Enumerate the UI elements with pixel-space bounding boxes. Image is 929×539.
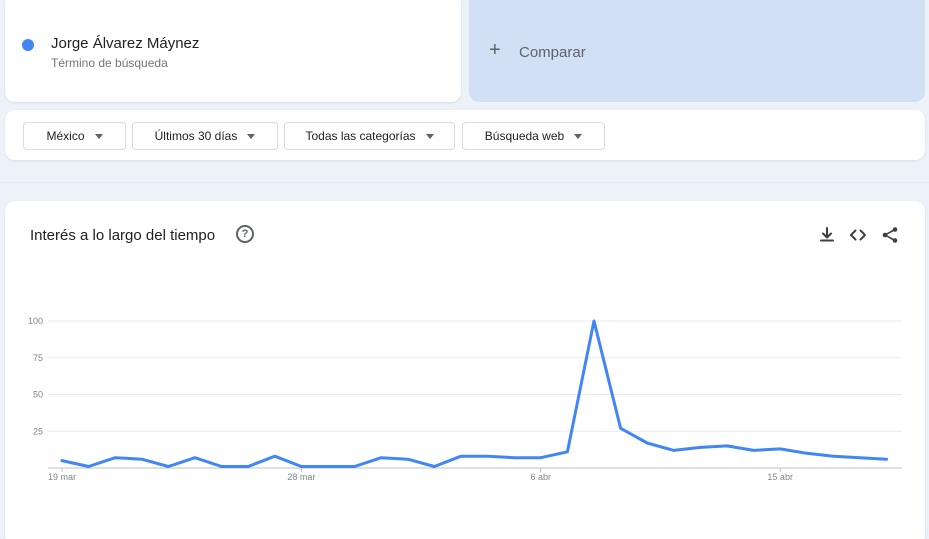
period-filter-label: Últimos 30 días — [154, 129, 238, 143]
y-tick-label: 50 — [33, 390, 43, 400]
interest-chart: 25 50 75 100 19 mar 28 mar 6 abr 15 abr — [28, 316, 902, 482]
y-tick-label: 75 — [33, 353, 43, 363]
help-icon[interactable]: ? — [236, 225, 254, 243]
chevron-down-icon — [574, 133, 583, 139]
filter-bar: México Últimos 30 días Todas las categor… — [5, 110, 925, 160]
x-tick-label: 19 mar — [48, 472, 76, 482]
series-line-0[interactable] — [60, 319, 889, 468]
search-type-filter[interactable]: Búsqueda web — [462, 122, 605, 150]
section-divider — [0, 182, 929, 183]
compare-label: Comparar — [519, 44, 586, 61]
search-term-subtitle: Término de búsqueda — [51, 56, 168, 70]
region-filter[interactable]: México — [23, 122, 126, 150]
chevron-down-icon — [94, 133, 103, 139]
period-filter[interactable]: Últimos 30 días — [132, 122, 278, 150]
chevron-down-icon — [425, 133, 434, 139]
compare-button[interactable]: + Comparar — [469, 0, 925, 102]
y-tick-label: 25 — [33, 426, 43, 436]
x-tick-label: 6 abr — [531, 472, 552, 482]
download-icon[interactable] — [817, 225, 837, 245]
y-tick-label: 100 — [28, 316, 43, 326]
search-term-title[interactable]: Jorge Álvarez Máynez — [51, 35, 199, 52]
interest-over-time-card: 25 50 75 100 19 mar 28 mar 6 abr 15 abr Interés… — [5, 201, 925, 539]
category-filter-label: Todas las categorías — [305, 129, 416, 143]
x-tick-label: 28 mar — [287, 472, 315, 482]
x-tick-label: 15 abr — [767, 472, 793, 482]
chevron-down-icon — [247, 133, 256, 139]
embed-code-icon[interactable] — [848, 225, 868, 245]
region-filter-label: México — [46, 129, 85, 143]
search-type-filter-label: Búsqueda web — [484, 129, 565, 143]
series-color-dot — [22, 39, 34, 51]
plus-icon: + — [489, 39, 501, 61]
search-term-card[interactable]: Jorge Álvarez Máynez Término de búsqueda — [5, 0, 461, 102]
chart-title: Interés a lo largo del tiempo — [30, 227, 216, 244]
share-icon[interactable] — [880, 225, 900, 245]
category-filter[interactable]: Todas las categorías — [284, 122, 455, 150]
